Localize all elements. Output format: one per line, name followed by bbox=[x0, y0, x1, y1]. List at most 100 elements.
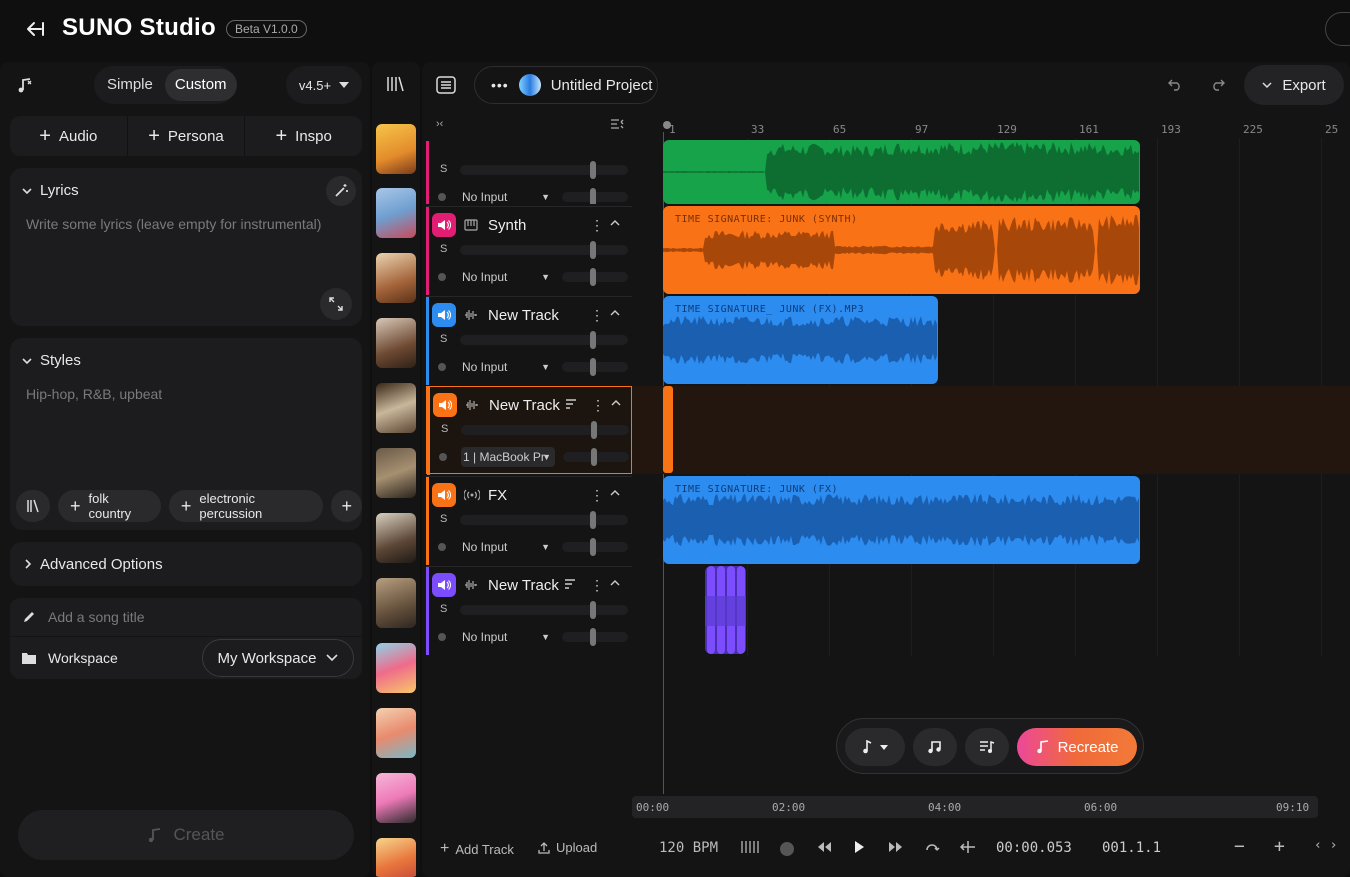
solo-button[interactable]: S bbox=[440, 163, 447, 175]
workspace-select[interactable]: My Workspace bbox=[202, 639, 354, 677]
export-button[interactable]: Export bbox=[1244, 65, 1344, 105]
mode-simple-button[interactable]: Simple bbox=[97, 69, 163, 101]
more-vertical-icon[interactable]: ⋮ bbox=[590, 217, 604, 234]
song-thumbnail[interactable] bbox=[376, 708, 416, 758]
lines-icon[interactable] bbox=[564, 579, 576, 589]
pan-knob[interactable] bbox=[591, 448, 597, 466]
song-thumbnail[interactable] bbox=[376, 643, 416, 693]
version-select[interactable]: v4.5+ bbox=[286, 66, 362, 104]
more-horizontal-icon[interactable]: ••• bbox=[491, 77, 509, 93]
track-name[interactable]: New Track bbox=[488, 577, 559, 594]
audio-clip[interactable] bbox=[663, 140, 1140, 204]
metronome-icon[interactable] bbox=[740, 840, 760, 854]
record-arm-button[interactable] bbox=[438, 363, 446, 371]
redo-icon[interactable] bbox=[1211, 77, 1225, 91]
recreate-button[interactable]: Recreate bbox=[1017, 728, 1137, 766]
record-arm-button[interactable] bbox=[438, 273, 446, 281]
expand-icon[interactable] bbox=[320, 288, 352, 320]
style-chip-electronic-percussion[interactable]: + electronic percussion bbox=[168, 490, 324, 522]
record-button[interactable] bbox=[780, 842, 794, 856]
music-notes-button[interactable] bbox=[913, 728, 957, 766]
song-thumbnail[interactable] bbox=[376, 513, 416, 563]
list-view-icon[interactable] bbox=[436, 76, 456, 94]
add-audio-button[interactable]: + Audio bbox=[10, 116, 128, 156]
solo-button[interactable]: S bbox=[441, 423, 448, 435]
volume-slider[interactable] bbox=[460, 605, 628, 615]
input-select[interactable]: No Input ▼ bbox=[460, 537, 554, 557]
pan-knob[interactable] bbox=[590, 268, 596, 286]
mute-button[interactable] bbox=[432, 573, 456, 597]
record-arm-button[interactable] bbox=[438, 633, 446, 641]
chevron-up-icon[interactable] bbox=[611, 399, 621, 406]
add-inspo-button[interactable]: + Inspo bbox=[245, 116, 362, 156]
library-icon[interactable] bbox=[386, 76, 404, 92]
collapse-icon[interactable]: ›‹ bbox=[436, 118, 443, 130]
loop-icon[interactable] bbox=[924, 840, 940, 854]
mute-button[interactable] bbox=[432, 483, 456, 507]
add-persona-button[interactable]: + Persona bbox=[128, 116, 246, 156]
input-select[interactable]: No Input ▼ bbox=[460, 267, 554, 287]
timeline-overview[interactable]: 00:00 02:00 04:00 06:00 09:10 bbox=[632, 796, 1318, 818]
song-thumbnail[interactable] bbox=[376, 188, 416, 238]
song-thumbnail[interactable] bbox=[376, 253, 416, 303]
solo-button[interactable]: S bbox=[440, 513, 447, 525]
audio-clip-fx[interactable]: TIME SIGNATURE: JUNK (FX) bbox=[663, 476, 1140, 564]
create-button[interactable]: Create bbox=[18, 810, 354, 860]
more-vertical-icon[interactable]: ⋮ bbox=[590, 577, 604, 594]
rewind-icon[interactable] bbox=[816, 840, 832, 854]
song-thumbnail[interactable] bbox=[376, 383, 416, 433]
fit-width-icon[interactable]: ‹ › bbox=[1314, 838, 1337, 853]
solo-button[interactable]: S bbox=[440, 243, 447, 255]
chevron-up-icon[interactable] bbox=[610, 309, 620, 316]
more-vertical-icon[interactable]: ⋮ bbox=[591, 397, 605, 414]
record-arm-button[interactable] bbox=[438, 543, 446, 551]
magic-wand-icon[interactable] bbox=[326, 176, 356, 206]
styles-toggle[interactable]: Styles bbox=[22, 352, 81, 369]
song-title-field[interactable]: Add a song title bbox=[10, 598, 362, 636]
song-thumbnail[interactable] bbox=[376, 318, 416, 368]
track-name[interactable]: New Track bbox=[489, 397, 560, 414]
advanced-options-toggle[interactable]: Advanced Options bbox=[10, 542, 362, 586]
lines-icon[interactable] bbox=[565, 399, 577, 409]
song-thumbnail[interactable] bbox=[376, 448, 416, 498]
volume-slider[interactable] bbox=[460, 515, 628, 525]
volume-slider[interactable] bbox=[461, 425, 629, 435]
song-thumbnail[interactable] bbox=[376, 578, 416, 628]
song-thumbnail[interactable] bbox=[376, 838, 416, 877]
account-button[interactable] bbox=[1325, 12, 1350, 46]
fast-forward-icon[interactable] bbox=[888, 840, 904, 854]
add-track-button[interactable]: + Add Track bbox=[440, 840, 514, 858]
note-menu-button[interactable] bbox=[845, 728, 905, 766]
chevron-up-icon[interactable] bbox=[610, 579, 620, 586]
volume-knob[interactable] bbox=[590, 241, 596, 259]
song-thumbnail[interactable] bbox=[376, 773, 416, 823]
project-pill[interactable]: ••• Untitled Project bbox=[474, 66, 658, 104]
input-select[interactable]: 1 | MacBook Pr ▼ bbox=[461, 447, 555, 467]
library-icon[interactable] bbox=[16, 490, 50, 522]
volume-knob[interactable] bbox=[591, 421, 597, 439]
playlist-button[interactable] bbox=[965, 728, 1009, 766]
chevron-up-icon[interactable] bbox=[610, 219, 620, 226]
pan-knob[interactable] bbox=[590, 358, 596, 376]
more-vertical-icon[interactable]: ⋮ bbox=[590, 307, 604, 324]
track-name[interactable]: FX bbox=[488, 487, 507, 504]
audio-clip-fx-mp3[interactable]: TIME SIGNATURE_ JUNK (FX).MP3 bbox=[663, 296, 938, 384]
volume-knob[interactable] bbox=[590, 511, 596, 529]
track-name[interactable]: Synth bbox=[488, 217, 526, 234]
upload-button[interactable]: Upload bbox=[538, 840, 597, 855]
more-vertical-icon[interactable]: ⋮ bbox=[590, 487, 604, 504]
mute-button[interactable] bbox=[432, 303, 456, 327]
record-arm-button[interactable] bbox=[438, 193, 446, 201]
style-chip-folk-country[interactable]: + folk country bbox=[58, 490, 161, 522]
input-select[interactable]: No Input ▼ bbox=[460, 187, 554, 204]
midi-clip[interactable] bbox=[705, 566, 746, 654]
record-arm-button[interactable] bbox=[439, 453, 447, 461]
track-name[interactable]: New Track bbox=[488, 307, 559, 324]
mute-button[interactable] bbox=[433, 393, 457, 417]
styles-input[interactable]: Hip-hop, R&B, upbeat bbox=[26, 386, 162, 402]
solo-button[interactable]: S bbox=[440, 333, 447, 345]
play-icon[interactable] bbox=[853, 840, 865, 854]
volume-slider[interactable] bbox=[460, 335, 628, 345]
mode-custom-button[interactable]: Custom bbox=[164, 69, 237, 101]
lyrics-toggle[interactable]: Lyrics bbox=[22, 182, 79, 199]
